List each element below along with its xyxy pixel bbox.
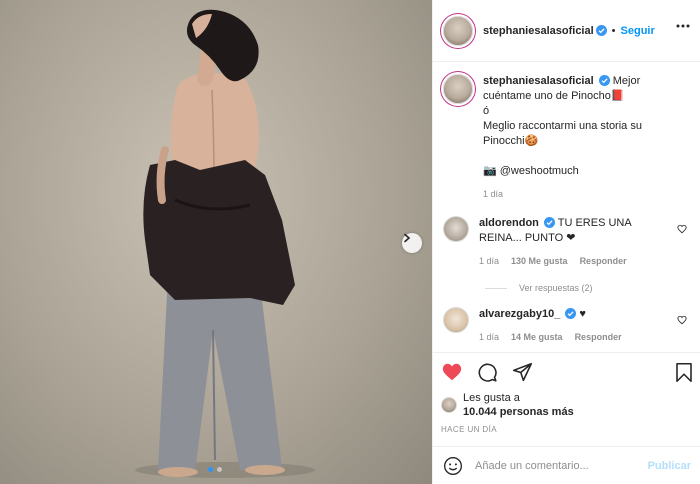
comment-bubble-icon[interactable] [477, 362, 498, 383]
carousel-dot-2 [217, 467, 222, 472]
comment-likes[interactable]: 14 Me gusta [511, 330, 563, 345]
comment-like-icon[interactable] [677, 315, 687, 325]
caption-line-2: ó [483, 105, 490, 117]
verified-badge-icon [598, 75, 610, 86]
comment-like-icon[interactable] [677, 224, 687, 234]
post-timestamp[interactable]: HACE UN DÍA [441, 425, 693, 434]
author-avatar[interactable] [443, 15, 473, 46]
caption-time[interactable]: 1 día [483, 187, 503, 202]
chevron-right-icon [404, 233, 411, 243]
caption-username[interactable]: stephaniesalasoficial [483, 75, 594, 87]
more-options-icon[interactable] [676, 24, 690, 28]
share-send-icon[interactable] [512, 362, 533, 383]
comment-username[interactable]: aldorendon [479, 217, 539, 229]
comment-likes[interactable]: 130 Me gusta [511, 254, 568, 269]
comments-section[interactable]: stephaniesalasoficial Mejor cuéntame uno… [433, 62, 700, 352]
caption-credit[interactable]: 📷 @weshootmuch [483, 165, 579, 177]
verified-badge-icon [565, 308, 577, 319]
caption-line-3: Meglio raccontarmi una storia su Pinocch… [483, 120, 642, 147]
post-actions: Les gusta a 10.044 personas más HACE UN … [433, 352, 700, 434]
view-replies-label: Ver respuestas (2) [519, 283, 593, 293]
post-photo[interactable] [0, 0, 432, 484]
carousel-indicator [208, 467, 222, 472]
follow-button[interactable]: Seguir [621, 25, 655, 37]
carousel-dot-1 [208, 467, 213, 472]
carousel-next-button[interactable] [402, 233, 422, 253]
likes-summary: Les gusta a 10.044 personas más [441, 391, 693, 419]
comment-text: ♥ [579, 308, 586, 320]
comment-input[interactable] [475, 459, 648, 472]
add-comment-bar: Publicar [433, 446, 700, 484]
post-side-panel: stephaniesalasoficial • Seguir stephanie… [432, 0, 700, 484]
commenter-avatar[interactable] [443, 307, 469, 333]
post-header: stephaniesalasoficial • Seguir [433, 0, 700, 62]
comment-item: aldorendon TU ERES UNA REINA... PUNTO ❤ … [443, 216, 691, 269]
comment-time[interactable]: 1 día [479, 254, 499, 269]
comment-time[interactable]: 1 día [479, 330, 499, 345]
liker-avatar [441, 397, 457, 413]
emoji-icon[interactable] [443, 456, 463, 476]
like-heart-icon[interactable] [441, 361, 463, 383]
likers-avatars[interactable] [441, 397, 457, 413]
bookmark-save-icon[interactable] [675, 362, 693, 383]
commenter-avatar[interactable] [443, 216, 469, 242]
instagram-post: stephaniesalasoficial • Seguir stephanie… [0, 0, 700, 484]
replies-line [485, 287, 507, 289]
reply-button[interactable]: Responder [575, 330, 622, 345]
reply-button[interactable]: Responder [580, 254, 627, 269]
comment-item: alvarezgaby10_ ♥ 1 día 14 Me gusta Respo… [443, 307, 691, 345]
publish-button[interactable]: Publicar [648, 460, 691, 472]
verified-badge-icon [595, 25, 607, 36]
verified-badge-icon [543, 217, 555, 228]
liked-by-prefix: Les gusta a [463, 392, 520, 404]
caption: stephaniesalasoficial Mejor cuéntame uno… [443, 74, 691, 202]
caption-avatar[interactable] [443, 74, 473, 104]
view-replies-button[interactable]: Ver respuestas (2) [485, 283, 691, 293]
photo-illustration [135, 9, 315, 478]
likes-count[interactable]: 10.044 personas más [463, 406, 574, 418]
header-separator: • [611, 24, 616, 37]
comment-username[interactable]: alvarezgaby10_ [479, 308, 560, 320]
author-username[interactable]: stephaniesalasoficial [483, 25, 594, 37]
